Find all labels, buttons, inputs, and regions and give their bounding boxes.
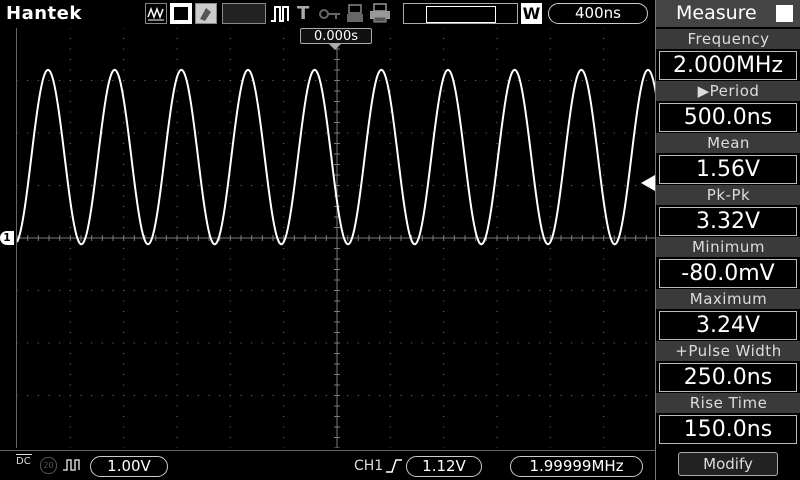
print-icon [368, 2, 392, 28]
trigger-position-readout: 0.000s [300, 28, 372, 44]
rising-edge-icon [385, 457, 403, 479]
measurement-label: Minimum [656, 237, 800, 257]
invert-icon [62, 457, 82, 477]
measurement-label: Pk-Pk [656, 185, 800, 205]
trigger-source-label: CH1 [354, 458, 384, 474]
measure-panel-title: Measure [676, 2, 757, 24]
probe-icon [195, 3, 217, 24]
measurement-value[interactable]: 250.0ns [659, 363, 797, 392]
trigger-level-display: 1.12V [406, 456, 482, 477]
modify-button[interactable]: Modify [678, 452, 778, 476]
coupling-label: DC [16, 456, 31, 467]
measurement-label: Mean [656, 133, 800, 153]
window-mode-badge: W [521, 3, 542, 24]
measurement-value[interactable]: 150.0ns [659, 415, 797, 444]
trigger-icon: T [297, 3, 310, 24]
trigger-level-arrow-icon[interactable] [641, 175, 655, 191]
memory-window-indicator [403, 3, 518, 24]
waveform-display [16, 28, 657, 448]
timebase-display: 400ns [548, 3, 648, 24]
measurement-label: +Pulse Width [656, 341, 800, 361]
graticule [17, 28, 657, 448]
measurement-value[interactable]: 3.32V [659, 207, 797, 236]
bandwidth-limit-icon: 20 [40, 457, 57, 474]
menu-toggle-icon[interactable] [776, 5, 793, 22]
measurement-value[interactable]: -80.0mV [659, 259, 797, 288]
measurement-value[interactable]: 500.0ns [659, 103, 797, 132]
measurement-value[interactable]: 1.56V [659, 155, 797, 184]
top-status-bar: Hantek T W 400ns [0, 0, 655, 28]
brand-logo: Hantek [6, 3, 82, 24]
measurement-label: Rise Time [656, 393, 800, 413]
ch1-ground-marker[interactable]: 1 [0, 231, 14, 245]
status-display-box [222, 3, 266, 24]
trigger-frequency-display: 1.99999MHz [510, 456, 643, 477]
key-icon [318, 6, 342, 26]
usb-icon [345, 3, 365, 29]
measurement-value[interactable]: 3.24V [659, 311, 797, 340]
trigger-position-arrow-icon [329, 44, 341, 50]
measure-panel-header: Measure [656, 0, 800, 27]
volts-div-display: 1.00V [90, 456, 168, 477]
run-icon [170, 3, 192, 24]
coupling-dc-icon: DC [16, 454, 32, 467]
measure-menu-panel: Measure Frequency 2.000MHz ▶Period 500.0ns M… [655, 0, 800, 480]
measurement-label: Frequency [656, 29, 800, 49]
measurement-label: Maximum [656, 289, 800, 309]
measurement-value[interactable]: 2.000MHz [659, 51, 797, 80]
memory-window-frame [426, 6, 496, 23]
bottom-status-bar: DC 20 1.00V CH1 1.12V 1.99999MHz [0, 450, 655, 480]
waveform-mode-icon [145, 3, 167, 24]
measurement-label: ▶Period [656, 81, 800, 101]
pulse-icon [270, 4, 292, 28]
